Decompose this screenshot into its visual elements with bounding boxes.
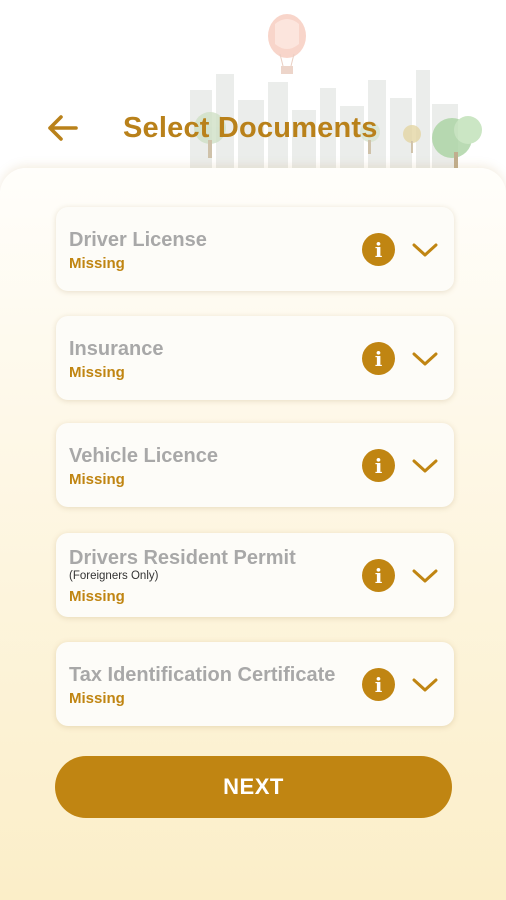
chevron-down-icon[interactable] — [412, 352, 438, 366]
document-name: Vehicle Licence — [69, 445, 218, 467]
city-skyline-illustration — [190, 14, 482, 180]
document-status: Missing — [69, 471, 125, 488]
back-button[interactable] — [40, 108, 84, 148]
info-icon[interactable]: i — [362, 342, 395, 375]
document-card-insurance[interactable]: Insurance Missing i — [56, 316, 454, 400]
document-status: Missing — [69, 255, 125, 272]
chevron-down-icon[interactable] — [412, 459, 438, 473]
info-icon[interactable]: i — [362, 449, 395, 482]
document-status: Missing — [69, 690, 125, 707]
document-status: Missing — [69, 588, 125, 605]
document-name: Tax Identification Certificate — [69, 664, 336, 686]
document-card-vehicle-licence[interactable]: Vehicle Licence Missing i — [56, 423, 454, 507]
document-card-drivers-resident-permit[interactable]: Drivers Resident Permit (Foreigners Only… — [56, 533, 454, 617]
info-icon[interactable]: i — [362, 559, 395, 592]
document-card-driver-license[interactable]: Driver License Missing i — [56, 207, 454, 291]
document-card-tax-identification-certificate[interactable]: Tax Identification Certificate Missing i — [56, 642, 454, 726]
info-icon[interactable]: i — [362, 668, 395, 701]
page-title: Select Documents — [123, 112, 378, 144]
document-note: (Foreigners Only) — [69, 570, 159, 582]
arrow-left-icon — [48, 115, 78, 141]
chevron-down-icon[interactable] — [412, 678, 438, 692]
chevron-down-icon[interactable] — [412, 569, 438, 583]
next-button[interactable]: NEXT — [55, 756, 452, 818]
document-name: Insurance — [69, 338, 164, 360]
info-icon[interactable]: i — [362, 233, 395, 266]
document-status: Missing — [69, 364, 125, 381]
document-name: Driver License — [69, 229, 207, 251]
chevron-down-icon[interactable] — [412, 243, 438, 257]
document-name: Drivers Resident Permit — [69, 547, 296, 569]
